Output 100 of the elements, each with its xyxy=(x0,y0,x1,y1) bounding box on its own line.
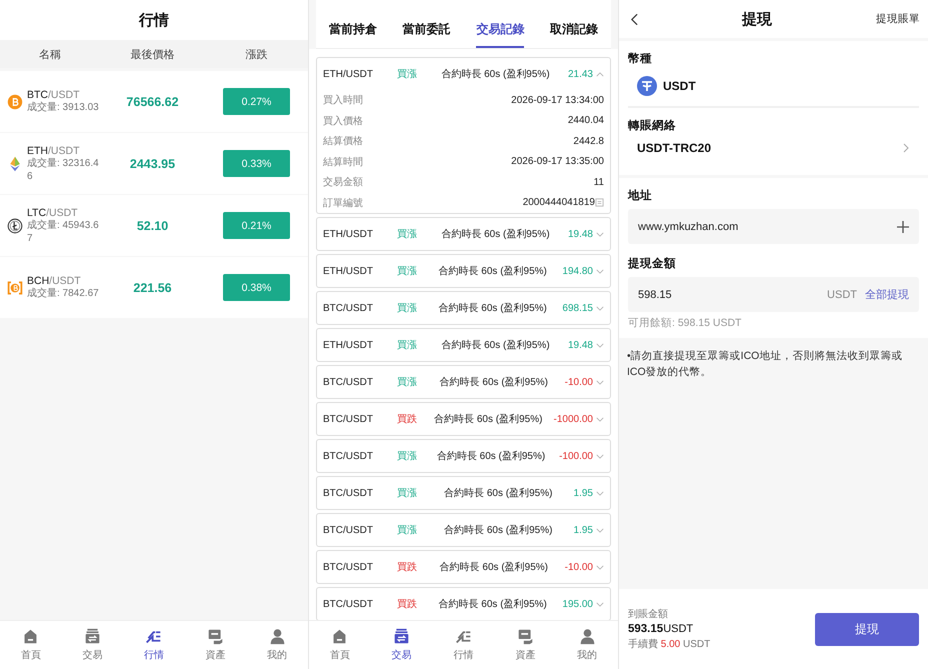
market-row[interactable]: LTC/USDT 成交量: 45943.67 52.10 0.21% xyxy=(0,195,308,256)
plus-icon[interactable] xyxy=(897,220,909,232)
profit-amount: -1000.00 xyxy=(554,414,593,424)
tab[interactable]: 取消記錄 xyxy=(550,21,598,48)
trade-card[interactable]: BTC/USDT 買漲 合約時長 60s (盈利95%) -10.00 xyxy=(316,365,611,399)
trade-card[interactable]: BTC/USDT 買跌 合約時長 60s (盈利95%) -1000.00 xyxy=(316,402,611,436)
chevron-icon[interactable] xyxy=(596,454,604,458)
contract-text: 合約時長 60s (盈利95%) xyxy=(436,450,546,463)
coin-icon xyxy=(7,280,23,296)
detail-value: 2026-09-17 13:34:00 xyxy=(511,94,604,106)
nav-tab[interactable]: 資產 xyxy=(494,621,556,669)
direction-label: 買漲 xyxy=(396,68,418,81)
direction-label: 買漲 xyxy=(396,265,418,278)
nav-tab[interactable]: 首頁 xyxy=(309,621,371,669)
coin-icon xyxy=(7,218,23,234)
back-icon[interactable] xyxy=(631,12,638,26)
profit-amount: 698.15 xyxy=(562,302,593,314)
home-icon xyxy=(331,628,348,645)
last-price: 2443.95 xyxy=(128,156,176,170)
nav-tab[interactable]: 資產 xyxy=(184,621,246,669)
tab[interactable]: 當前委託 xyxy=(402,21,451,48)
direction-label: 買漲 xyxy=(396,376,418,389)
detail-value: 11 xyxy=(594,176,604,188)
market-row[interactable]: ETH/USDT 成交量: 32316.46 2443.95 0.33% xyxy=(0,133,308,194)
volume-text: 成交量: 7842.67 xyxy=(27,287,99,300)
contract-text: 合約時長 60s (盈利95%) xyxy=(440,338,551,352)
pair-name: ETH/USDT xyxy=(27,144,80,156)
trade-card[interactable]: ETH/USDT 買漲 合約時長 60s (盈利95%) 19.48 xyxy=(316,217,611,251)
nav-tab[interactable]: 行情 xyxy=(432,621,494,669)
profit-amount: -10.00 xyxy=(564,562,593,572)
direction-label: 買跌 xyxy=(396,412,418,426)
chevron-icon[interactable] xyxy=(596,380,604,384)
network-selector[interactable]: USDT-TRC20 xyxy=(628,139,919,167)
nav-tab[interactable]: 交易 xyxy=(370,621,433,669)
market-row[interactable]: BCH/USDT 成交量: 7842.67 221.56 0.38% xyxy=(0,257,308,318)
contract-text: 合約時長 60s (盈利95%) xyxy=(438,598,548,611)
pair-name: ETH/USDT xyxy=(323,68,374,80)
nav-tab[interactable]: 行情 xyxy=(123,621,185,669)
copy-icon[interactable] xyxy=(595,198,604,208)
profit-amount: 195.00 xyxy=(562,598,593,610)
direction-label: 買漲 xyxy=(396,228,418,241)
trade-card[interactable]: ETH/USDT 買漲 合約時長 60s (盈利95%) 21.43 買入時間 2026-09-17 13:34:00 買入價格 2440.04 結算價格 2442.8 結算時間 2026-09-17 13:35:00 交易金額 11 訂單編號 2000444041819 xyxy=(316,57,611,214)
volume-text: 成交量: 45943.67 xyxy=(27,218,99,244)
withdraw-all-link[interactable]: 全部提現 xyxy=(865,287,909,302)
pair-name: BCH/USDT xyxy=(27,275,82,287)
pair-name: BTC/USDT xyxy=(27,89,80,101)
market-row[interactable]: BTC/USDT 成交量: 3913.03 76566.62 0.27% xyxy=(0,71,308,132)
page-title: 行情 xyxy=(139,10,169,30)
field-label: 轉賬網絡 xyxy=(628,118,677,133)
detail-label: 結算時間 xyxy=(323,156,363,169)
field-label: 地址 xyxy=(628,188,653,203)
chevron-icon[interactable] xyxy=(596,232,604,236)
pair-name: ETH/USDT xyxy=(323,266,374,276)
contract-text: 合約時長 60s (盈利95%) xyxy=(440,68,551,81)
notice-text: •請勿直接提現至眾籌或ICO地址，否則將無法收到眾籌或ICO發放的代幣。 xyxy=(627,349,904,380)
chevron-icon[interactable] xyxy=(596,602,604,606)
chevron-icon[interactable] xyxy=(596,342,604,348)
chevron-icon[interactable] xyxy=(596,306,604,310)
column-header: 最後價格 xyxy=(130,48,176,62)
tab[interactable]: 當前持倉 xyxy=(328,21,377,48)
trade-card[interactable]: BTC/USDT 買漲 合約時長 60s (盈利95%) -100.00 xyxy=(316,439,611,473)
contract-text: 合約時長 60s (盈利95%) xyxy=(440,228,551,241)
swap-icon xyxy=(84,628,101,645)
trade-card[interactable]: ETH/USDT 買漲 合約時長 60s (盈利95%) 194.80 xyxy=(316,254,611,288)
submit-button[interactable]: 提現 xyxy=(815,612,919,646)
chevron-icon[interactable] xyxy=(596,416,604,422)
direction-label: 買跌 xyxy=(396,560,418,574)
change-badge: 0.38% xyxy=(223,274,290,301)
nav-tab[interactable]: 我的 xyxy=(556,621,618,669)
field-label: 幣種 xyxy=(628,52,653,66)
change-badge: 0.27% xyxy=(223,88,290,115)
user-icon xyxy=(268,628,286,645)
history-link[interactable]: 提現賬單 xyxy=(876,12,920,26)
detail-label: 買入時間 xyxy=(323,94,363,108)
chevron-icon xyxy=(903,143,909,153)
wallet-icon xyxy=(207,628,224,645)
coin-icon xyxy=(7,156,23,172)
direction-label: 買漲 xyxy=(396,487,418,500)
trade-card[interactable]: BTC/USDT 買漲 合約時長 60s (盈利95%) 1.95 xyxy=(316,513,611,547)
trade-card[interactable]: BTC/USDT 買漲 合約時長 60s (盈利95%) 1.95 xyxy=(316,476,611,510)
chevron-icon[interactable] xyxy=(596,528,604,532)
chevron-icon[interactable] xyxy=(596,564,604,570)
chevron-icon[interactable] xyxy=(596,72,604,76)
profit-amount: 194.80 xyxy=(562,266,593,276)
nav-tab[interactable]: 交易 xyxy=(62,621,124,669)
trade-card[interactable]: ETH/USDT 買漲 合約時長 60s (盈利95%) 19.48 xyxy=(316,328,611,362)
trade-card[interactable]: BTC/USDT 買漲 合約時長 60s (盈利95%) 698.15 xyxy=(316,291,611,325)
detail-value: 2000444041819 xyxy=(522,197,595,208)
nav-tab[interactable]: 我的 xyxy=(246,621,308,669)
chevron-icon[interactable] xyxy=(596,268,604,274)
profit-amount: 1.95 xyxy=(574,488,593,498)
field-label: 提現金額 xyxy=(628,256,677,271)
received-label: 到賬金額 xyxy=(628,608,669,621)
volume-text: 成交量: 32316.46 xyxy=(27,156,99,182)
pair-name: ETH/USDT xyxy=(323,228,374,240)
nav-tab[interactable]: 首頁 xyxy=(0,621,62,669)
balance-text: 可用餘額: 598.15 USDT xyxy=(628,316,742,330)
amount-field[interactable]: 598.15 xyxy=(638,288,820,300)
trade-card[interactable]: BTC/USDT 買跌 合約時長 60s (盈利95%) -10.00 xyxy=(316,550,611,584)
chevron-icon[interactable] xyxy=(596,490,604,496)
